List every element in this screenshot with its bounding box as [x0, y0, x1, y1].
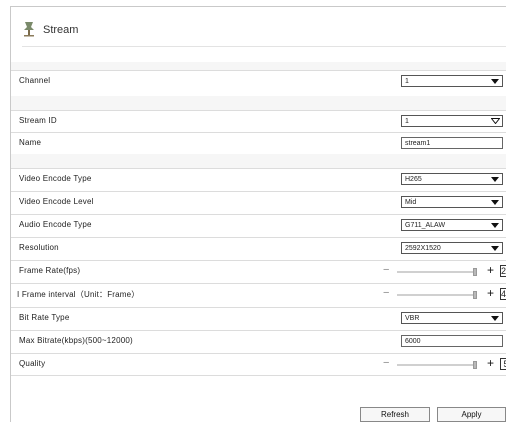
slider-thumb[interactable] [473, 291, 477, 299]
chevron-down-icon [491, 316, 499, 321]
chevron-down-icon [491, 200, 499, 205]
frame-rate-slider[interactable]: − + 20 [383, 263, 506, 280]
name-label: Name [19, 138, 42, 147]
quality-label: Quality [19, 359, 46, 368]
audio-encode-type-value: G711_ALAW [405, 222, 446, 229]
quality-decrease-button[interactable]: − [383, 357, 389, 369]
chevron-down-icon [491, 246, 499, 251]
frame-rate-row: Frame Rate(fps) − + 20 [11, 260, 506, 283]
video-encode-type-select[interactable]: H265 [401, 173, 503, 185]
channel-row: Channel 1 [11, 70, 506, 96]
stream-id-row: Stream ID 1 [11, 110, 506, 132]
video-encode-type-value: H265 [405, 176, 422, 183]
i-frame-interval-row: I Frame interval（Unit：Frame） − + 40 [11, 283, 506, 307]
frame-rate-decrease-button[interactable]: − [383, 264, 389, 276]
i-frame-interval-slider[interactable]: − + 40 [383, 286, 506, 303]
name-input[interactable]: stream1 [401, 137, 503, 149]
slider-track[interactable] [397, 294, 475, 296]
name-row: Name stream1 [11, 132, 506, 154]
video-encode-level-select[interactable]: Mid [401, 196, 503, 208]
frame-rate-label: Frame Rate(fps) [19, 266, 81, 275]
slider-thumb[interactable] [473, 268, 477, 276]
quality-value[interactable]: 5 [500, 358, 506, 370]
bit-rate-type-select[interactable]: VBR [401, 312, 503, 324]
resolution-row: Resolution 2592X1520 [11, 237, 506, 260]
max-bitrate-input[interactable]: 6000 [401, 335, 503, 347]
chevron-down-icon [491, 223, 499, 228]
video-encode-level-row: Video Encode Level Mid [11, 191, 506, 214]
max-bitrate-label: Max Bitrate(kbps)(500~12000) [19, 336, 133, 345]
channel-select[interactable]: 1 [401, 75, 503, 87]
resolution-label: Resolution [19, 243, 59, 252]
channel-value: 1 [405, 78, 409, 85]
i-frame-interval-decrease-button[interactable]: − [383, 287, 389, 299]
video-encode-level-value: Mid [405, 199, 417, 206]
channel-label: Channel [19, 76, 51, 85]
stream-id-label: Stream ID [19, 116, 57, 125]
panel-top-border [10, 6, 506, 7]
section-gap [11, 62, 506, 70]
video-encode-level-label: Video Encode Level [19, 197, 94, 206]
stream-id-value: 1 [405, 118, 409, 125]
pin-icon [24, 22, 34, 37]
name-value: stream1 [405, 140, 431, 147]
page-header: Stream [22, 18, 506, 47]
refresh-button[interactable]: Refresh [360, 407, 430, 422]
chevron-down-icon [491, 177, 499, 182]
frame-rate-increase-button[interactable]: + [487, 263, 494, 277]
resolution-select[interactable]: 2592X1520 [401, 242, 503, 254]
bit-rate-type-row: Bit Rate Type VBR [11, 307, 506, 330]
i-frame-interval-increase-button[interactable]: + [487, 286, 494, 300]
audio-encode-type-row: Audio Encode Type G711_ALAW [11, 214, 506, 237]
audio-encode-type-label: Audio Encode Type [19, 220, 92, 229]
video-encode-type-row: Video Encode Type H265 [11, 168, 506, 191]
video-encode-type-label: Video Encode Type [19, 174, 92, 183]
resolution-value: 2592X1520 [405, 245, 441, 252]
stream-id-select[interactable]: 1 [401, 115, 503, 127]
quality-row: Quality − + 5 [11, 353, 506, 376]
page-title: Stream [43, 24, 79, 36]
chevron-down-icon [491, 118, 500, 124]
max-bitrate-row: Max Bitrate(kbps)(500~12000) 6000 [11, 330, 506, 353]
quality-increase-button[interactable]: + [487, 356, 494, 370]
chevron-down-icon [491, 79, 499, 84]
section-gap [11, 96, 506, 110]
i-frame-interval-value[interactable]: 40 [500, 288, 506, 300]
bit-rate-type-label: Bit Rate Type [19, 313, 70, 322]
slider-thumb[interactable] [473, 361, 477, 369]
section-gap [11, 154, 506, 168]
apply-button[interactable]: Apply [437, 407, 506, 422]
frame-rate-value[interactable]: 20 [500, 265, 506, 277]
max-bitrate-value: 6000 [405, 338, 421, 345]
audio-encode-type-select[interactable]: G711_ALAW [401, 219, 503, 231]
i-frame-interval-label: I Frame interval（Unit：Frame） [17, 290, 140, 299]
slider-track[interactable] [397, 271, 475, 273]
slider-track[interactable] [397, 364, 475, 366]
quality-slider[interactable]: − + 5 [383, 356, 506, 373]
bit-rate-type-value: VBR [405, 315, 420, 322]
